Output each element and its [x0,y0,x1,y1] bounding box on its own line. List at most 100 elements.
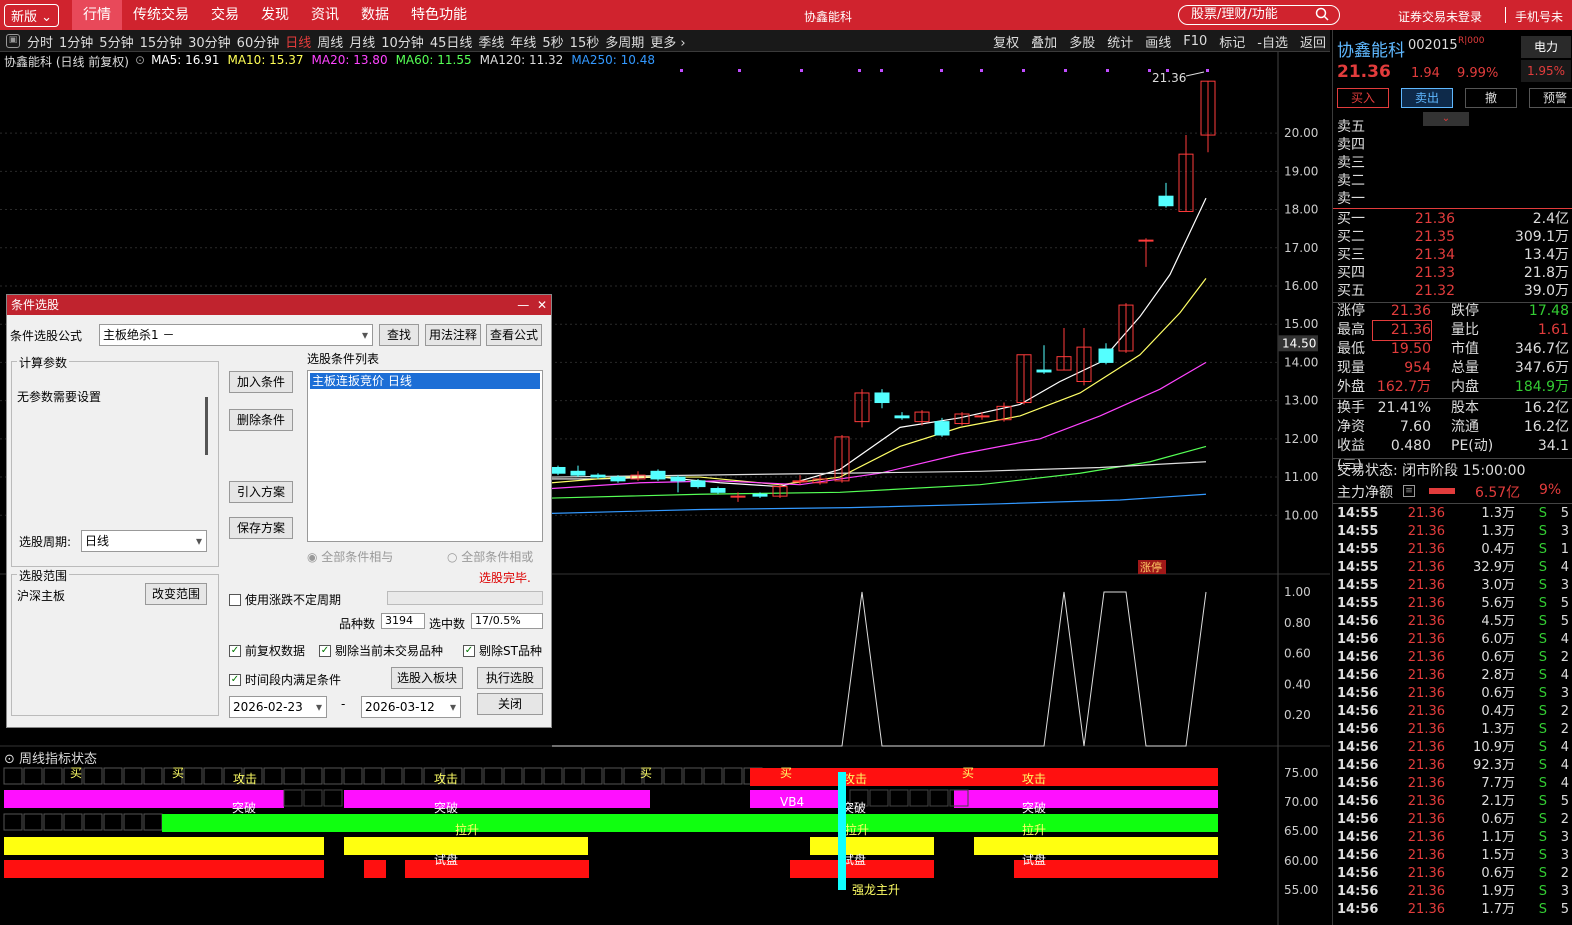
tool-button[interactable]: 叠加 [1031,32,1057,51]
menu-item[interactable]: 传统交易 [122,0,200,30]
tick-list[interactable]: 14:55 21.36 1.3万 S 5 14:55 21.36 1.3万 S 3 14:55 21.… [1337,505,1569,919]
period-tab[interactable]: 年线 [510,32,536,51]
alert-button[interactable]: 预警 [1529,88,1572,108]
checkbox[interactable] [229,593,241,606]
search-input[interactable]: 股票/理财/功能 [1178,5,1340,25]
price-tick: 20.00 [1284,126,1318,140]
tick-cell: 3 [1560,524,1569,539]
price-tick: 12.00 [1284,432,1318,446]
sell-button[interactable]: 卖出 [1401,88,1453,108]
period-tab[interactable]: 多周期 [605,32,644,51]
tick-cell: 5 [1560,614,1569,629]
delete-condition-button[interactable]: 删除条件 [229,409,293,431]
list-icon[interactable]: ≡ [1403,485,1415,497]
edition-dropdown[interactable]: 新版 ⌄ [4,4,60,27]
period-tab[interactable]: 5分钟 [99,32,133,51]
period-tab[interactable]: 分时 [27,32,53,51]
period-tab[interactable]: 30分钟 [188,32,231,51]
menu-item[interactable]: 行情 [72,0,122,30]
period-tab[interactable]: 更多 › [650,32,685,51]
period-tab[interactable]: 5秒 [542,32,563,51]
search-icon[interactable] [1315,7,1329,21]
tool-button[interactable]: F10 [1183,34,1207,49]
band-cell [183,767,203,785]
condition-list[interactable]: 主板连扳竞价 日线 [307,370,543,542]
settings-icon[interactable]: ▣ [6,34,20,48]
opt-adjusted[interactable]: ✓ 前复权数据 [229,642,305,659]
minimize-icon[interactable]: — [517,298,529,312]
execute-button[interactable]: 执行选股 [477,667,543,689]
checkbox[interactable]: ✓ [319,644,331,657]
tick-cell: S [1538,614,1547,629]
opt-time-range[interactable]: ✓ 时间段内满足条件 [229,671,341,688]
period-tab[interactable]: 10分钟 [381,32,424,51]
period-tab[interactable]: 日线 [285,32,311,51]
tool-button[interactable]: 标记 [1219,32,1245,51]
period-select[interactable]: 日线 ▾ [81,530,207,552]
close-icon[interactable]: ✕ [537,298,547,312]
stats-block-2: 换手 21.41% 股本 16.2亿 净资 7.60 流通 16.2亿 收益(三) 0.480 PE… [1337,399,1569,473]
period-tab[interactable]: 1分钟 [59,32,93,51]
tick-cell: S [1538,758,1547,773]
list-item[interactable]: 主板连扳竞价 日线 [310,373,540,389]
import-plan-button[interactable]: 引入方案 [229,481,293,503]
use-variable-period[interactable]: 使用涨跌不定周期 [229,591,341,608]
add-condition-button[interactable]: 加入条件 [229,371,293,393]
checkbox[interactable]: ✓ [229,644,241,657]
tick-cell: 21.36 [1407,614,1445,629]
period-tab[interactable]: 月线 [349,32,375,51]
tool-button[interactable]: 画线 [1145,32,1171,51]
date-from[interactable]: 2026-02-23 ▾ [229,696,327,718]
menu-item[interactable]: 特色功能 [400,0,478,30]
period-tab[interactable]: 15秒 [570,32,600,51]
menu-item[interactable]: 资讯 [300,0,350,30]
osc-tick: 0.20 [1284,708,1311,722]
trial-label: 试盘 [1022,852,1046,867]
tool-button[interactable]: 多股 [1069,32,1095,51]
checkbox[interactable]: ✓ [463,644,475,657]
find-button[interactable]: 查找 [379,324,419,346]
mobile-login-link[interactable]: 手机号未 [1515,8,1563,25]
period-tab[interactable]: 45日线 [430,32,473,51]
date-to[interactable]: 2026-03-12 ▾ [361,696,461,718]
tick-cell: 14:56 [1337,902,1379,917]
dialog-titlebar[interactable]: 条件选股 — ✕ [7,295,551,315]
close-button[interactable]: 关闭 [477,693,543,715]
stats-block: 涨停 21.36 跌停 17.48 最高 21.36 量比 1.61 最低 19.50 市值 346.… [1337,302,1569,397]
band-cell [103,767,123,785]
sector-button[interactable]: 电力 [1521,36,1571,58]
to-block-button[interactable]: 选股入板块 [391,667,463,689]
opt-exclude-st[interactable]: ✓ 剔除ST品种 [463,642,542,659]
tool-button[interactable]: 返回 [1300,32,1326,51]
formula-select[interactable]: 主板绝杀1 － ▾ [99,324,373,346]
tool-button[interactable]: 统计 [1107,32,1133,51]
period-tab[interactable]: 周线 [317,32,343,51]
checkbox[interactable]: ✓ [229,673,241,686]
book-price [1397,190,1455,208]
scrollbar[interactable] [205,397,208,455]
view-formula-button[interactable]: 查看公式 [486,324,542,346]
indicator-panel-title[interactable]: ⊙ 周线指标状态 [4,748,97,767]
cancel-button[interactable]: 撤 [1465,88,1517,108]
menu-item[interactable]: 发现 [250,0,300,30]
buy-label: 买 [70,766,82,780]
band-cell [889,789,909,807]
trade-login-link[interactable]: 证券交易未登录 [1398,8,1482,25]
buy-button[interactable]: 买入 [1337,88,1389,108]
period-tab[interactable]: 60分钟 [237,32,280,51]
stat-value: 1.61 [1537,322,1569,338]
menu-item[interactable]: 数据 [350,0,400,30]
indicator-tick: 55.00 [1284,883,1318,897]
tool-button[interactable]: -自选 [1257,32,1288,51]
change-range-button[interactable]: 改变范围 [145,583,207,605]
or-radio[interactable]: ○ 全部条件相或 [447,548,533,565]
period-tab[interactable]: 15分钟 [140,32,183,51]
usage-button[interactable]: 用法注释 [425,324,481,346]
band-cell [343,767,363,785]
tool-button[interactable]: 复权 [993,32,1019,51]
and-radio[interactable]: ◉ 全部条件相与 [307,548,393,565]
menu-item[interactable]: 交易 [200,0,250,30]
opt-exclude-untraded[interactable]: ✓ 剔除当前未交易品种 [319,642,443,659]
save-plan-button[interactable]: 保存方案 [229,517,293,539]
period-tab[interactable]: 季线 [478,32,504,51]
